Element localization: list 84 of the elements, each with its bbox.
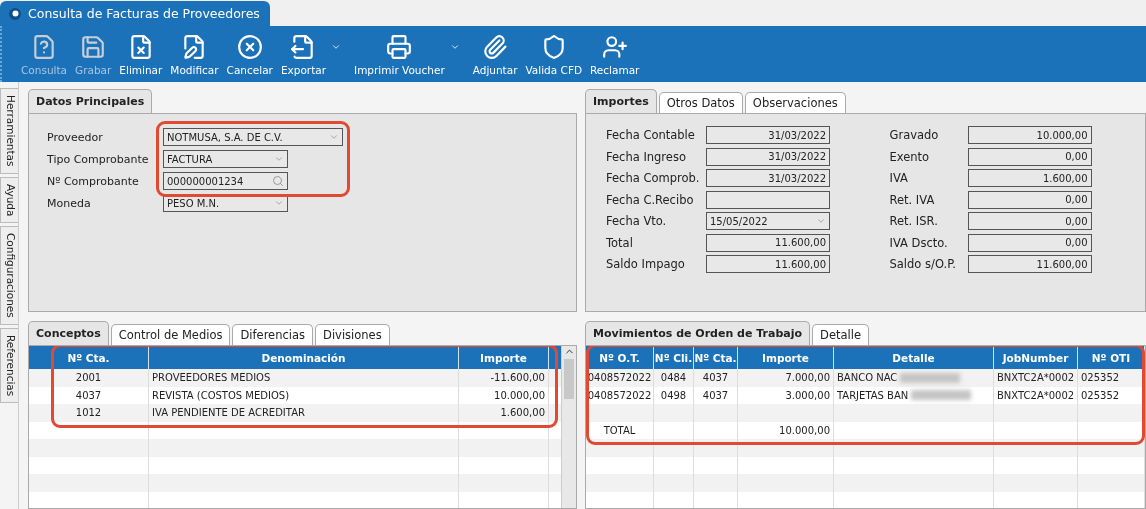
input-field[interactable]: 31/03/2022 — [706, 169, 830, 188]
input-field[interactable]: 11.600,00 — [706, 255, 830, 274]
table-cell: 1.600,00 — [459, 404, 549, 422]
printer-icon — [386, 33, 413, 60]
table-cell: BANCO NAC — [834, 369, 994, 387]
field-label: Fecha Ingreso — [606, 149, 687, 164]
field-label: Fecha Comprob. — [606, 171, 701, 186]
table-cell: 025352 — [1078, 369, 1145, 387]
toolbar-button[interactable]: Exportar — [277, 30, 330, 78]
field-label: IVA Dscto. — [889, 235, 949, 250]
field-label: Gravado — [889, 128, 940, 143]
table-cell: 1012 — [29, 404, 149, 422]
field-label: Tipo Comprobante — [47, 152, 150, 166]
window-title-text: Consulta de Facturas de Proveedores — [28, 6, 260, 21]
panel-tab[interactable]: Importes — [585, 89, 657, 113]
panel-tab[interactable]: Conceptos — [28, 321, 109, 345]
input-field[interactable]: 31/03/2022 — [706, 126, 830, 145]
table-cell: 4037 — [694, 369, 738, 387]
field-label: Exento — [889, 149, 931, 164]
dropdown-field[interactable]: FACTURA — [163, 150, 288, 168]
input-field[interactable]: 0,00 — [967, 190, 1092, 209]
panel-tab[interactable]: Datos Principales — [28, 89, 153, 113]
side-tab[interactable]: Referencias — [0, 327, 18, 404]
field-label: Ret. IVA — [889, 192, 936, 207]
input-field[interactable] — [706, 190, 830, 209]
table-cell: IVA PENDIENTE DE ACREDITAR — [149, 404, 459, 422]
field-label: IVA — [889, 171, 909, 186]
save-icon — [80, 33, 107, 60]
cancel-icon — [236, 33, 263, 60]
dropdown-field[interactable]: NOTMUSA, S.A. DE C.V. — [163, 128, 343, 146]
field-label: Saldo Impago — [606, 257, 686, 272]
scrollbar-thumb[interactable] — [564, 359, 574, 399]
toolbar-button[interactable]: Modificar — [167, 30, 222, 78]
panel-tab[interactable]: Movimientos de Orden de Trabajo — [585, 321, 811, 345]
field-label: Proveedor — [47, 130, 104, 144]
table-cell: BNXTC2A*0002 — [994, 369, 1078, 387]
table-cell: PROVEEDORES MEDIOS — [149, 369, 459, 387]
input-field[interactable]: 11.600,00 — [706, 233, 830, 252]
input-field[interactable]: 10.000,00 — [967, 126, 1092, 145]
field-label: Total — [606, 235, 634, 250]
paperclip-icon — [482, 33, 509, 60]
input-field[interactable]: 11.600,00 — [967, 255, 1092, 274]
table-cell: 7.000,00 — [738, 369, 834, 387]
input-field[interactable]: 31/03/2022 — [706, 147, 830, 166]
panel-tab[interactable]: Observaciones — [744, 92, 846, 113]
field-label: Fecha Contable — [606, 128, 696, 143]
toolbar-button[interactable]: Imprimir Voucher — [351, 30, 448, 78]
dropdown-icon — [274, 154, 284, 164]
dropdown-icon — [274, 198, 284, 208]
document-question-icon — [31, 33, 57, 60]
dropdown-field[interactable]: 15/05/2022 — [706, 212, 830, 231]
field-label: Ret. ISR. — [889, 214, 939, 229]
input-field[interactable]: 0,00 — [967, 147, 1092, 166]
user-add-icon — [601, 33, 628, 60]
table-cell: -11.600,00 — [459, 369, 549, 387]
toolbar-button[interactable]: Reclamar — [587, 30, 643, 78]
input-field[interactable]: 0,00 — [967, 233, 1092, 252]
search-field[interactable]: 000000001234 — [163, 172, 288, 190]
side-tab[interactable]: Configuraciones — [0, 226, 18, 325]
field-label: Fecha C.Recibo — [606, 192, 695, 207]
toolbar-button[interactable]: Adjuntar — [469, 30, 521, 78]
input-field[interactable]: 0,00 — [967, 212, 1092, 231]
input-field[interactable]: 1.600,00 — [967, 169, 1092, 188]
field-label: Moneda — [47, 196, 92, 210]
scrollbar[interactable] — [561, 346, 576, 508]
side-tab[interactable]: Ayuda — [0, 176, 18, 223]
toolbar-button[interactable]: Cancelar — [223, 30, 276, 78]
field-label: Saldo s/O.P. — [889, 257, 957, 272]
side-tab[interactable]: Herramientas — [0, 88, 18, 174]
search-icon — [272, 175, 284, 187]
app-logo-icon — [8, 6, 22, 21]
field-label: Nº Comprobante — [47, 174, 140, 188]
toolbar-button[interactable]: Eliminar — [116, 30, 166, 78]
table-cell: 2001 — [29, 369, 149, 387]
dropdown-icon — [329, 132, 339, 142]
field-label: Fecha Vto. — [606, 214, 668, 229]
panel-tab[interactable]: Detalle — [812, 324, 869, 345]
panel-tab[interactable]: Diferencias — [232, 324, 314, 345]
table-cell: 0408572022 — [586, 369, 654, 387]
table-cell: 0484 — [654, 369, 694, 387]
panel-tab[interactable]: Control de Medios — [110, 324, 231, 345]
toolbar-button[interactable]: Valida CFD — [522, 30, 585, 78]
panel-tab[interactable]: Otros Datos — [658, 92, 743, 113]
panel-tab[interactable]: Divisiones — [315, 324, 390, 345]
